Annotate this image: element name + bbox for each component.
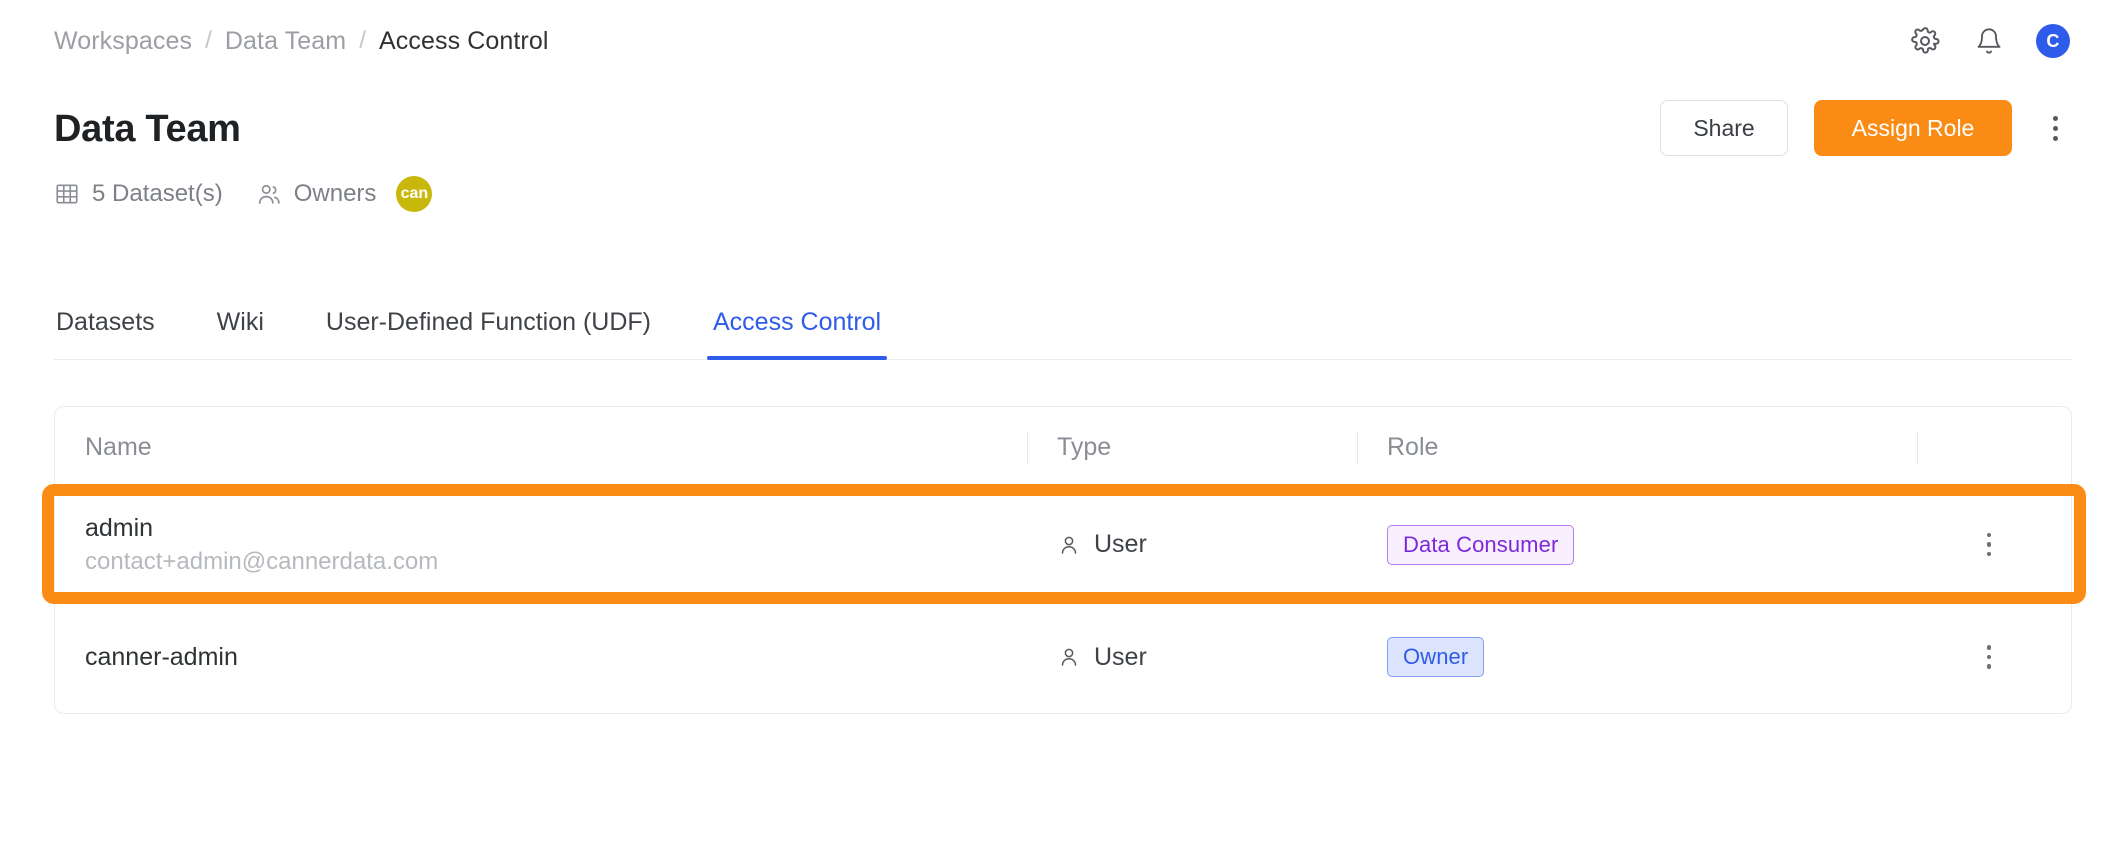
kebab-menu-icon[interactable]	[2038, 106, 2072, 150]
title-row: Data Team Share Assign Role	[54, 100, 2072, 156]
cell-type: User	[1027, 601, 1357, 713]
row-email: contact+admin@cannerdata.com	[85, 547, 439, 575]
access-control-table: Name Type Role admin contact+admin@canne…	[42, 406, 2086, 714]
table-row[interactable]: canner-admin User Owner	[55, 601, 2071, 713]
cell-actions	[1917, 601, 2071, 713]
breadcrumb-separator: /	[359, 27, 366, 54]
top-bar: Workspaces / Data Team / Access Control …	[0, 0, 2126, 82]
table-header-row: Name Type Role	[55, 407, 2071, 489]
tab-access-control[interactable]: Access Control	[706, 308, 888, 360]
row-name: admin	[85, 513, 154, 542]
access-control-page: Workspaces / Data Team / Access Control …	[0, 0, 2126, 856]
breadcrumb-item-data-team[interactable]: Data Team	[225, 27, 346, 56]
people-icon	[255, 181, 282, 208]
avatar[interactable]: C	[2036, 24, 2070, 58]
tab-wiki[interactable]: Wiki	[215, 308, 266, 359]
user-icon	[1057, 645, 1081, 669]
column-header-name: Name	[85, 433, 152, 461]
owner-avatar[interactable]: can	[396, 176, 433, 212]
cell-role: Data Consumer	[1357, 489, 1917, 600]
table-grid-icon	[54, 181, 80, 207]
tab-udf[interactable]: User-Defined Function (UDF)	[324, 308, 653, 359]
workspace-meta: 5 Dataset(s) Owners can	[54, 176, 2072, 212]
owners-label: Owners	[293, 180, 377, 207]
row-type-label: User	[1094, 530, 1147, 558]
breadcrumb-item-access-control: Access Control	[379, 26, 549, 55]
status-badge: Data Consumer	[1387, 524, 1575, 565]
row-name: canner-admin	[85, 642, 238, 671]
table-row[interactable]: admin contact+admin@cannerdata.com User	[42, 484, 2086, 604]
row-type-label: User	[1094, 642, 1147, 671]
cell-name: canner-admin	[55, 601, 1027, 713]
user-icon	[1057, 533, 1081, 557]
tab-bar: Datasets Wiki User-Defined Function (UDF…	[54, 288, 2072, 360]
column-header-type: Type	[1027, 407, 1357, 488]
bell-icon[interactable]	[1972, 24, 2006, 58]
assign-role-button[interactable]: Assign Role	[1814, 100, 2012, 156]
top-bar-actions: C	[1908, 24, 2070, 58]
breadcrumb-item-workspaces[interactable]: Workspaces	[54, 27, 192, 56]
column-header-role: Role	[1357, 407, 1917, 488]
page-header: Data Team Share Assign Role 5 Dataset(s)…	[54, 100, 2072, 212]
breadcrumb: Workspaces / Data Team / Access Control	[54, 27, 549, 56]
owners-section: Owners	[255, 180, 377, 208]
breadcrumb-separator: /	[205, 27, 212, 54]
page-title: Data Team	[54, 108, 241, 150]
status-badge: Owner	[1387, 637, 1485, 677]
gear-icon[interactable]	[1908, 24, 1942, 58]
header-actions: Share Assign Role	[1660, 100, 2072, 156]
cell-name: admin contact+admin@cannerdata.com	[55, 489, 1027, 600]
dataset-count: 5 Dataset(s)	[54, 180, 223, 208]
dataset-count-label: 5 Dataset(s)	[92, 180, 223, 207]
cell-role: Owner	[1357, 601, 1917, 713]
share-button[interactable]: Share	[1660, 100, 1788, 156]
kebab-menu-icon[interactable]	[1972, 635, 2006, 679]
cell-type: User	[1027, 489, 1357, 600]
kebab-menu-icon[interactable]	[1972, 523, 2006, 567]
cell-actions	[1917, 489, 2071, 600]
tab-datasets[interactable]: Datasets	[54, 308, 157, 359]
column-header-actions	[1917, 407, 2071, 488]
